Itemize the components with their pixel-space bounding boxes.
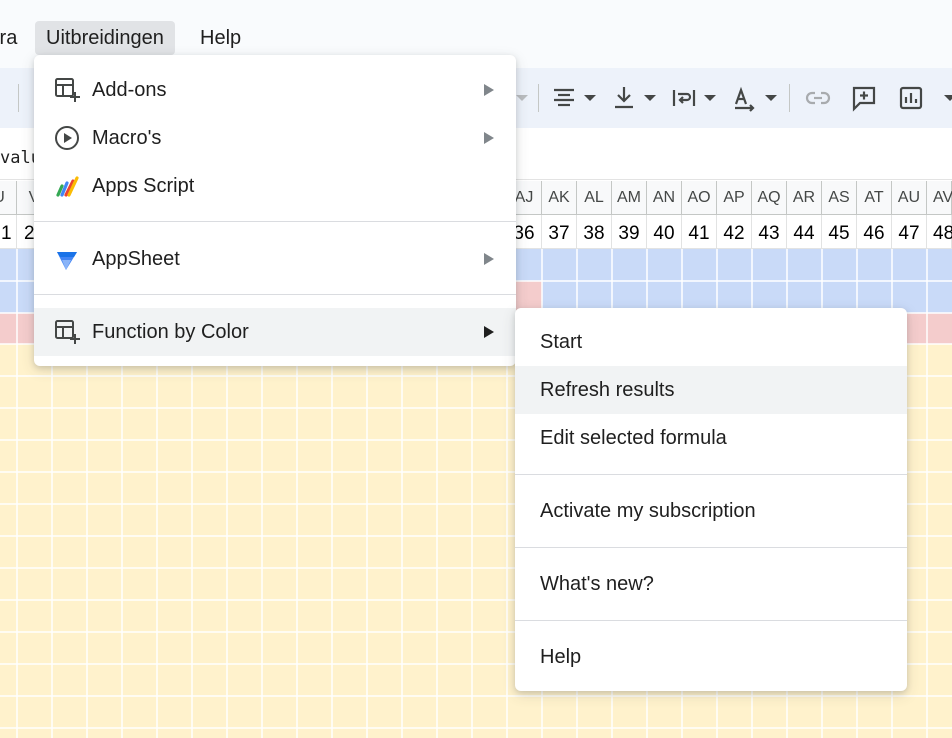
menu-item-label: Activate my subscription <box>540 500 756 522</box>
grid-cell[interactable]: 45 <box>822 215 857 249</box>
submenu-arrow-icon <box>484 84 494 96</box>
grid-cell[interactable]: 41 <box>682 215 717 249</box>
submenu-arrow-icon <box>484 253 494 265</box>
horizontal-align-icon[interactable] <box>549 83 579 113</box>
menu-item-apps-script[interactable]: Apps Script <box>34 162 516 210</box>
column-header[interactable]: AV <box>927 181 952 215</box>
submenu-arrow-icon <box>484 132 494 144</box>
toolbar-separator <box>18 84 19 112</box>
submenu-arrow-icon <box>484 326 494 338</box>
menu-item-function-by-color[interactable]: Function by Color <box>34 308 516 356</box>
insert-chart-icon[interactable] <box>896 83 926 113</box>
grid-cell[interactable]: 48 <box>927 215 952 249</box>
column-header[interactable]: AR <box>787 181 822 215</box>
play-circle-icon <box>55 126 79 150</box>
grid-cell[interactable]: 43 <box>752 215 787 249</box>
column-header[interactable]: AU <box>892 181 927 215</box>
chevron-down-icon[interactable] <box>765 95 777 101</box>
column-header[interactable]: AK <box>542 181 577 215</box>
menu-extensions[interactable]: Uitbreidingen <box>35 21 175 55</box>
extensions-menu: Add-ons Macro's Apps Script AppSheet Fun… <box>34 55 516 366</box>
grid-cell[interactable]: 47 <box>892 215 927 249</box>
column-header[interactable]: AL <box>577 181 612 215</box>
grid-cell[interactable]: 40 <box>647 215 682 249</box>
vertical-align-icon[interactable] <box>609 83 639 113</box>
column-header[interactable]: AM <box>612 181 647 215</box>
function-by-color-submenu: Start Refresh results Edit selected form… <box>515 308 907 691</box>
appsheet-icon <box>57 252 77 270</box>
menu-item-label: Function by Color <box>92 321 249 343</box>
grid-cell[interactable]: 38 <box>577 215 612 249</box>
menu-item-start[interactable]: Start <box>515 318 907 366</box>
column-header[interactable]: AO <box>682 181 717 215</box>
column-header[interactable]: U <box>0 181 17 215</box>
chevron-down-icon[interactable] <box>704 95 716 101</box>
menu-item-whats-new[interactable]: What's new? <box>515 560 907 608</box>
column-header[interactable]: AQ <box>752 181 787 215</box>
link-icon[interactable] <box>803 83 833 113</box>
font-size-dropdown-icon[interactable] <box>516 95 528 101</box>
column-header[interactable]: AN <box>647 181 682 215</box>
menu-item-label: Help <box>540 646 582 668</box>
apps-script-icon <box>56 176 79 197</box>
menu-item-label: Macro's <box>92 127 162 149</box>
menu-divider <box>515 620 907 621</box>
menu-item-label: Apps Script <box>92 175 195 197</box>
add-ons-icon <box>55 78 80 102</box>
menu-divider <box>34 294 516 295</box>
menu-item-appsheet[interactable]: AppSheet <box>34 235 516 283</box>
function-by-color-icon <box>55 320 80 344</box>
menu-divider <box>515 474 907 475</box>
menu-item-activate-subscription[interactable]: Activate my subscription <box>515 487 907 535</box>
menu-help[interactable]: Help <box>200 21 241 55</box>
menu-item-label: What's new? <box>540 573 654 595</box>
menu-item-label: Refresh results <box>540 379 675 401</box>
menu-item-label: AppSheet <box>92 248 180 270</box>
menu-item-help[interactable]: Help <box>515 633 907 681</box>
menu-item-label: Add-ons <box>92 79 167 101</box>
text-rotation-icon[interactable] <box>729 83 759 113</box>
grid-cell[interactable]: 37 <box>542 215 577 249</box>
chevron-down-icon[interactable] <box>944 95 952 101</box>
column-header[interactable]: AS <box>822 181 857 215</box>
grid-cell[interactable]: 44 <box>787 215 822 249</box>
grid-cell[interactable]: 39 <box>612 215 647 249</box>
chevron-down-icon[interactable] <box>584 95 596 101</box>
menu-item-refresh-results[interactable]: Refresh results <box>515 366 907 414</box>
text-wrap-icon[interactable] <box>669 83 699 113</box>
menu-item-label: Edit selected formula <box>540 427 727 449</box>
toolbar-separator <box>538 84 539 112</box>
menu-item-edit-selected-formula[interactable]: Edit selected formula <box>515 414 907 462</box>
toolbar-separator <box>789 84 790 112</box>
grid-cell[interactable]: 46 <box>857 215 892 249</box>
grid-cell[interactable]: 42 <box>717 215 752 249</box>
menu-item-add-ons[interactable]: Add-ons <box>34 66 516 114</box>
menu-item-macros[interactable]: Macro's <box>34 114 516 162</box>
add-comment-icon[interactable] <box>849 83 879 113</box>
grid-cell[interactable]: 21 <box>0 215 17 249</box>
menu-extra[interactable]: tra <box>0 21 17 55</box>
column-header[interactable]: AT <box>857 181 892 215</box>
chevron-down-icon[interactable] <box>644 95 656 101</box>
column-header[interactable]: AP <box>717 181 752 215</box>
menu-divider <box>34 221 516 222</box>
menu-divider <box>515 547 907 548</box>
menu-item-label: Start <box>540 331 583 353</box>
